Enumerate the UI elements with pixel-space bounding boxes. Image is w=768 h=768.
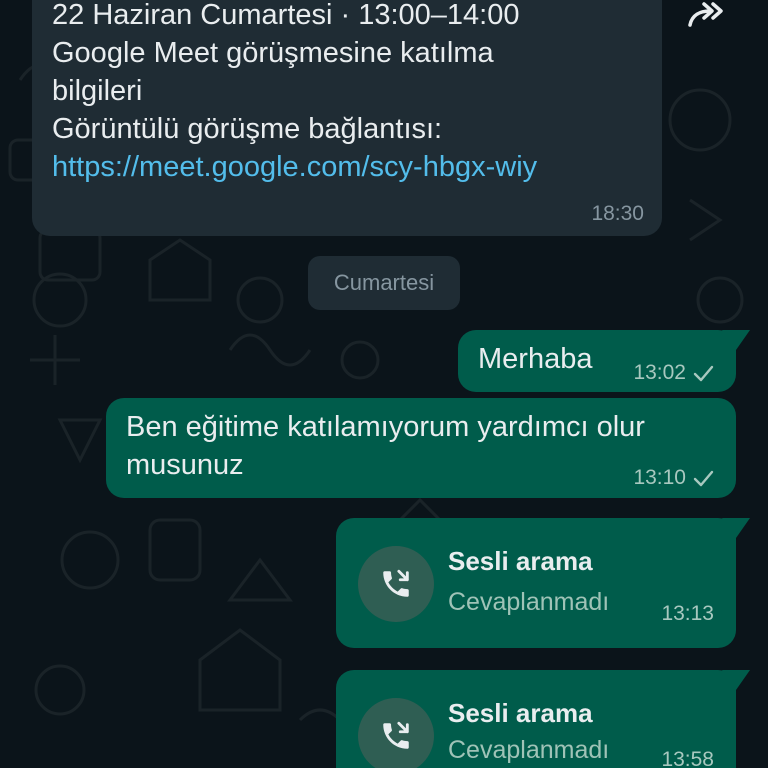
voice-call-bubble[interactable]: Sesli arama Cevaplanmadı 13:13 bbox=[336, 518, 750, 648]
message-meta: 13:13 bbox=[661, 602, 714, 626]
voice-call-bubble[interactable]: Sesli arama Cevaplanmadı 13:58 bbox=[336, 670, 750, 768]
message-line: musunuz bbox=[126, 449, 244, 481]
sent-check-icon bbox=[693, 470, 714, 487]
message-timestamp: 13:13 bbox=[661, 602, 714, 625]
forward-button[interactable] bbox=[684, 0, 728, 28]
call-icon-button[interactable] bbox=[358, 546, 434, 622]
outgoing-message-bubble[interactable]: Merhaba 13:02 bbox=[458, 330, 750, 392]
message-text: Ben eğitime katılamıyorum yardımcı olur … bbox=[126, 408, 645, 484]
message-meta: 13:58 bbox=[661, 748, 714, 768]
incoming-message-bubble[interactable]: 22 Haziran Cumartesi · 13:00–14:00 Googl… bbox=[32, 0, 662, 236]
bubble-tail bbox=[722, 518, 750, 538]
meet-link[interactable]: https://meet.google.com/scy-hbgx-wiy bbox=[52, 148, 642, 186]
message-meta: 13:02 bbox=[633, 361, 714, 385]
missed-outgoing-call-icon bbox=[383, 569, 409, 597]
message-meta: 13:10 bbox=[633, 466, 714, 490]
call-title: Sesli arama bbox=[448, 698, 593, 728]
call-status: Cevaplanmadı bbox=[448, 588, 610, 616]
call-icon-button[interactable] bbox=[358, 698, 434, 768]
message-timestamp: 18:30 bbox=[591, 202, 644, 225]
message-text: Merhaba bbox=[478, 343, 593, 375]
bubble-tail bbox=[722, 670, 750, 690]
date-separator: Cumartesi bbox=[308, 256, 460, 310]
message-timestamp: 13:10 bbox=[633, 466, 686, 489]
forward-icon bbox=[688, 2, 723, 27]
message-timestamp: 13:02 bbox=[633, 361, 686, 384]
bubble-tail bbox=[722, 330, 750, 350]
chat-messages[interactable]: 22 Haziran Cumartesi · 13:00–14:00 Googl… bbox=[0, 0, 768, 768]
message-line: Ben eğitime katılamıyorum yardımcı olur bbox=[126, 411, 645, 443]
message-line: 22 Haziran Cumartesi · 13:00–14:00 bbox=[52, 0, 520, 31]
message-timestamp: 13:58 bbox=[661, 748, 714, 768]
call-title: Sesli arama bbox=[448, 546, 593, 576]
outgoing-message-bubble[interactable]: Ben eğitime katılamıyorum yardımcı olur … bbox=[106, 398, 736, 498]
missed-outgoing-call-icon bbox=[383, 721, 409, 749]
call-status: Cevaplanmadı bbox=[448, 736, 610, 764]
message-line: bilgileri bbox=[52, 75, 143, 107]
message-line: Google Meet görüşmesine katılma bbox=[52, 37, 494, 69]
message-line: Görüntülü görüşme bağlantısı: bbox=[52, 113, 443, 145]
sent-check-icon bbox=[693, 365, 714, 382]
